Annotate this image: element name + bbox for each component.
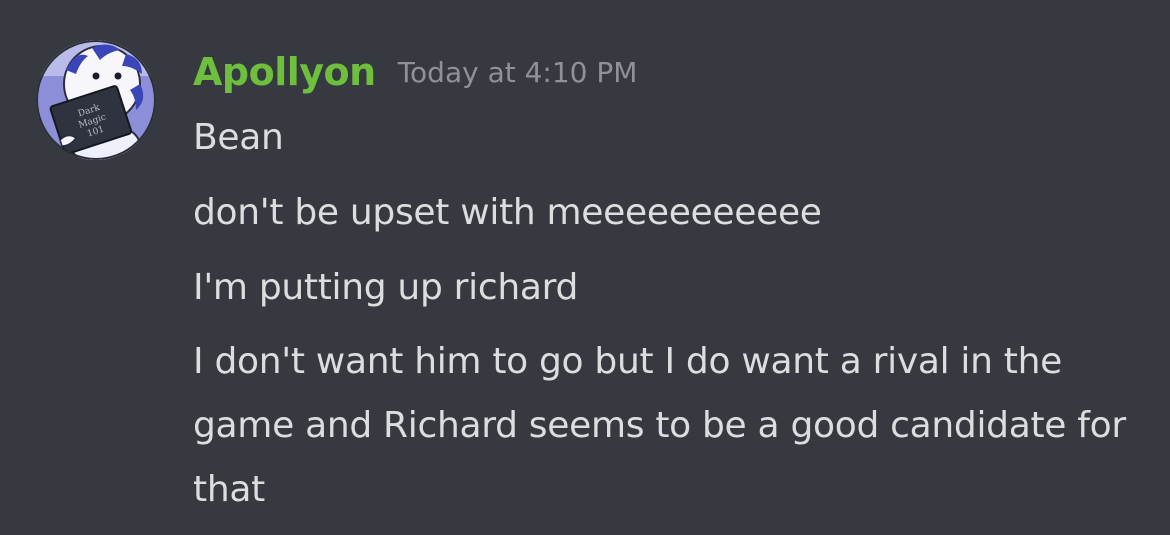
message-text[interactable]: I'm putting up richard	[193, 256, 578, 320]
message-text[interactable]: don't be upset with meeeeeeeeeee	[193, 181, 822, 245]
timestamp[interactable]: Today at 4:10 PM	[398, 56, 638, 89]
message-text[interactable]: I don't want him to go but I do want a r…	[193, 330, 1153, 522]
message-header: Apollyon Today at 4:10 PM	[193, 50, 637, 94]
username[interactable]: Apollyon	[193, 50, 376, 94]
message-text[interactable]: Bean	[193, 106, 284, 170]
user-avatar[interactable]: Dark Magic 101	[36, 40, 156, 160]
peppermint-butler-avatar-icon: Dark Magic 101	[36, 40, 156, 160]
chat-message-group: Dark Magic 101 Apollyon Today at 4:10 PM …	[0, 0, 1170, 535]
